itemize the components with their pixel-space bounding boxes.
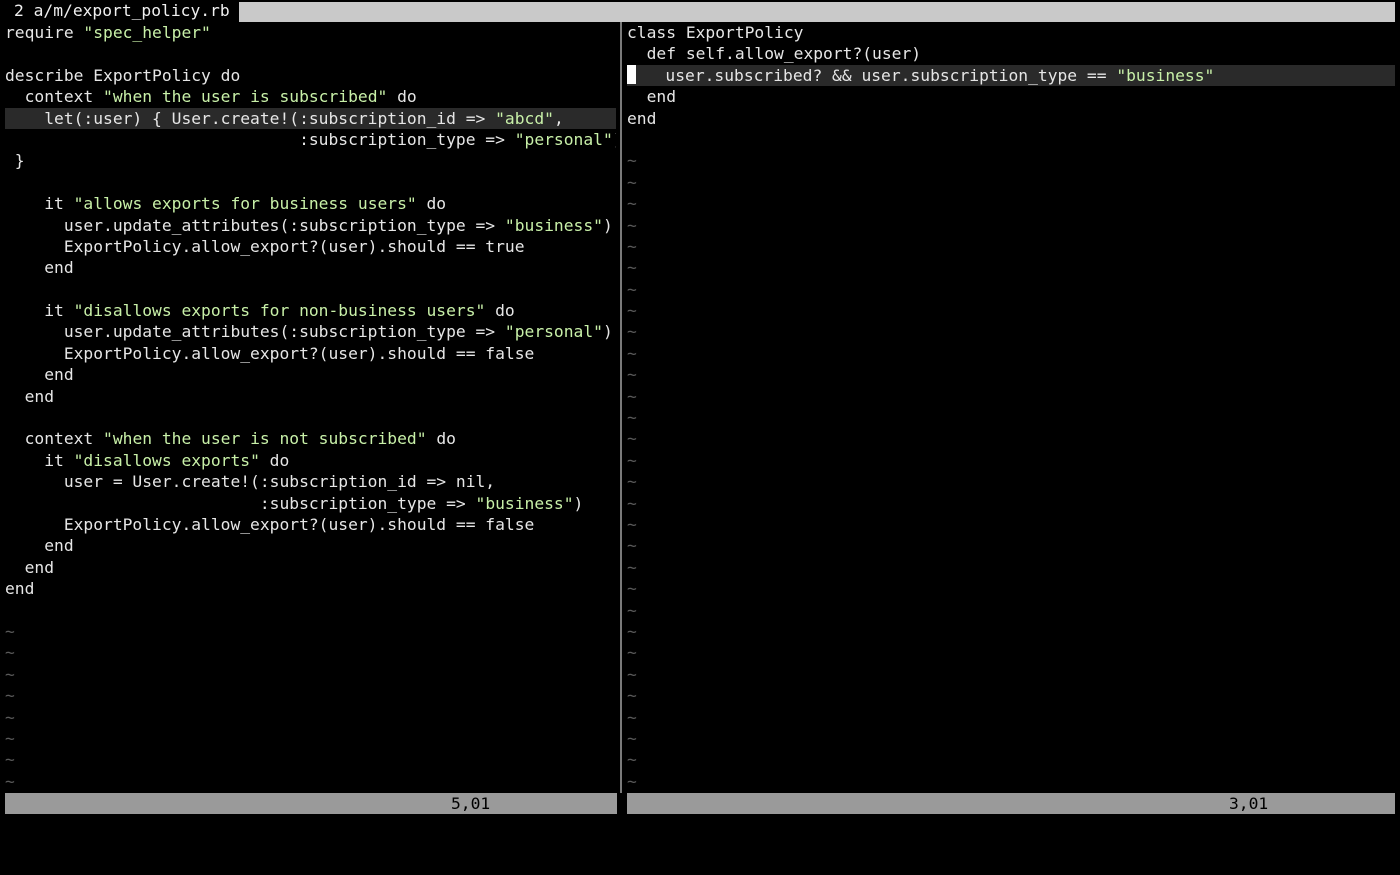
code-line[interactable]: it "disallows exports for non-business u… <box>5 300 616 321</box>
editor-pane-spec[interactable]: require "spec_helper" describe ExportPoli… <box>5 22 616 793</box>
code-line[interactable]: end <box>627 86 1395 107</box>
code-line[interactable]: end <box>5 578 616 599</box>
vertical-split-divider[interactable] <box>618 22 625 793</box>
split-line <box>620 22 622 793</box>
code-line[interactable] <box>627 129 1395 150</box>
empty-line-marker[interactable]: ~ <box>627 150 1395 171</box>
status-cursor-position: 3,01 <box>1229 794 1269 813</box>
empty-line-marker[interactable]: ~ <box>627 450 1395 471</box>
code-line[interactable]: :subscription_type => "business") <box>5 493 616 514</box>
empty-line-marker[interactable]: ~ <box>627 321 1395 342</box>
empty-line-marker[interactable]: ~ <box>5 642 616 663</box>
status-line-spec: <ec/models/export_policy_spec.rb (ruby) … <box>5 793 617 834</box>
code-line[interactable]: end <box>5 535 616 556</box>
empty-line-marker[interactable]: ~ <box>627 749 1395 770</box>
empty-line-marker[interactable]: ~ <box>627 685 1395 706</box>
empty-line-marker[interactable]: ~ <box>627 771 1395 792</box>
empty-line-marker[interactable]: ~ <box>627 642 1395 663</box>
status-filename: app/models/export_policy.rb (ruby) <box>646 815 980 834</box>
empty-line-marker[interactable]: ~ <box>627 300 1395 321</box>
empty-line-marker[interactable]: ~ <box>627 493 1395 514</box>
editor-pane-model[interactable]: class ExportPolicy def self.allow_export… <box>627 22 1395 793</box>
empty-line-marker[interactable]: ~ <box>627 578 1395 599</box>
code-line[interactable]: it "allows exports for business users" d… <box>5 193 616 214</box>
tab-line: 2 a/m/export_policy.rb <box>0 0 1400 22</box>
code-line[interactable]: require "spec_helper" <box>5 22 616 43</box>
code-line[interactable]: ExportPolicy.allow_export?(user).should … <box>5 236 616 257</box>
empty-line-marker[interactable]: ~ <box>5 728 616 749</box>
empty-line-marker[interactable]: ~ <box>5 749 616 770</box>
empty-line-marker[interactable]: ~ <box>627 428 1395 449</box>
empty-line-marker[interactable]: ~ <box>627 193 1395 214</box>
empty-line-marker[interactable]: ~ <box>627 557 1395 578</box>
code-line[interactable]: ExportPolicy.allow_export?(user).should … <box>5 343 616 364</box>
code-line[interactable] <box>5 600 616 621</box>
code-line[interactable]: } <box>5 150 616 171</box>
empty-line-marker[interactable]: ~ <box>627 664 1395 685</box>
empty-line-marker[interactable]: ~ <box>627 215 1395 236</box>
empty-line-marker[interactable]: ~ <box>627 514 1395 535</box>
code-line[interactable]: end <box>5 557 616 578</box>
empty-line-marker[interactable]: ~ <box>627 236 1395 257</box>
text-cursor <box>627 64 636 84</box>
empty-line-marker[interactable]: ~ <box>627 621 1395 642</box>
code-line[interactable]: context "when the user is not subscribed… <box>5 428 616 449</box>
empty-line-marker[interactable]: ~ <box>627 364 1395 385</box>
code-line[interactable]: :subscription_type => "personal") <box>5 129 616 150</box>
code-line[interactable]: user.update_attributes(:subscription_typ… <box>5 215 616 236</box>
empty-line-marker[interactable]: ~ <box>627 535 1395 556</box>
empty-line-marker[interactable]: ~ <box>627 172 1395 193</box>
code-line[interactable]: it "disallows exports" do <box>5 450 616 471</box>
code-line[interactable]: user = User.create!(:subscription_id => … <box>5 471 616 492</box>
status-filename: <ec/models/export_policy_spec.rb (ruby) <box>24 815 407 834</box>
code-line[interactable]: describe ExportPolicy do <box>5 65 616 86</box>
code-line[interactable]: let(:user) { User.create!(:subscription_… <box>5 107 616 129</box>
code-line[interactable] <box>5 279 616 300</box>
tab-export-policy[interactable]: 2 a/m/export_policy.rb <box>5 0 239 22</box>
code-line[interactable]: context "when the user is subscribed" do <box>5 86 616 107</box>
empty-line-marker[interactable]: ~ <box>627 257 1395 278</box>
code-line[interactable]: end <box>5 386 616 407</box>
code-line[interactable]: class ExportPolicy <box>627 22 1395 43</box>
tabline-fill <box>239 2 1395 22</box>
empty-line-marker[interactable]: ~ <box>627 728 1395 749</box>
code-line[interactable] <box>5 43 616 64</box>
empty-line-marker[interactable]: ~ <box>5 664 616 685</box>
code-line[interactable]: def self.allow_export?(user) <box>627 43 1395 64</box>
empty-line-marker[interactable]: ~ <box>627 279 1395 300</box>
code-line[interactable] <box>5 407 616 428</box>
code-line[interactable]: end <box>627 108 1395 129</box>
code-line[interactable]: end <box>5 257 616 278</box>
empty-line-marker[interactable]: ~ <box>627 707 1395 728</box>
empty-line-marker[interactable]: ~ <box>627 407 1395 428</box>
empty-line-marker[interactable]: ~ <box>627 343 1395 364</box>
code-line[interactable]: ExportPolicy.allow_export?(user).should … <box>5 514 616 535</box>
empty-line-marker[interactable]: ~ <box>627 471 1395 492</box>
status-line-model: app/models/export_policy.rb (ruby) 3,01 <box>627 793 1395 834</box>
code-line[interactable]: end <box>5 364 616 385</box>
code-line[interactable] <box>5 172 616 193</box>
code-line[interactable]: user.subscribed? && user.subscription_ty… <box>627 64 1395 87</box>
empty-line-marker[interactable]: ~ <box>5 707 616 728</box>
status-cursor-position: 5,01 <box>451 794 491 813</box>
code-line[interactable]: user.update_attributes(:subscription_typ… <box>5 321 616 342</box>
empty-line-marker[interactable]: ~ <box>5 771 616 792</box>
empty-line-marker[interactable]: ~ <box>627 600 1395 621</box>
empty-line-marker[interactable]: ~ <box>5 621 616 642</box>
empty-line-marker[interactable]: ~ <box>627 386 1395 407</box>
empty-line-marker[interactable]: ~ <box>5 685 616 706</box>
